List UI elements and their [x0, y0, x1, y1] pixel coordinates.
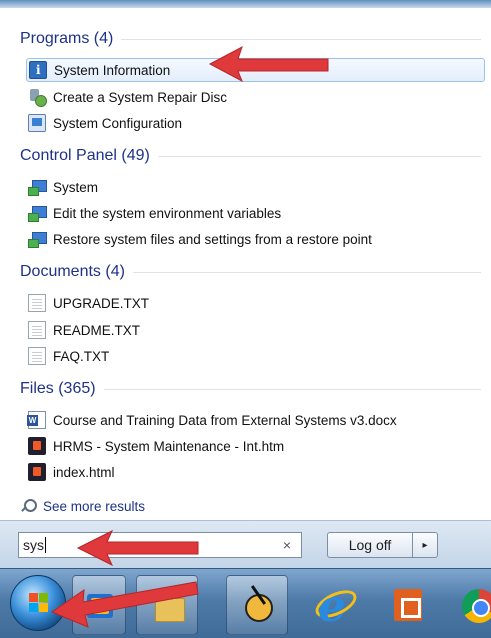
result-label: System Information	[54, 62, 171, 78]
annotation-arrow-start-button	[50, 581, 199, 628]
control-panel-icon	[28, 178, 47, 196]
word-document-icon	[27, 411, 46, 429]
result-label: System Configuration	[53, 115, 183, 131]
html-file-icon	[28, 437, 46, 455]
group-header-control-panel[interactable]: Control Panel (49)	[20, 145, 481, 167]
menu-top-border	[0, 0, 491, 8]
result-system[interactable]: System	[28, 175, 98, 199]
group-divider	[121, 38, 481, 40]
system-information-icon	[29, 61, 47, 79]
group-title-control-panel: Control Panel (49)	[20, 147, 150, 164]
search-input-value: sys	[23, 537, 44, 553]
system-configuration-icon	[28, 114, 46, 132]
result-label: README.TXT	[53, 322, 141, 338]
taskbar-office-button[interactable]	[380, 575, 442, 635]
see-more-results-link[interactable]: See more results	[20, 495, 145, 517]
control-panel-icon	[28, 204, 47, 222]
taskbar-chrome-button[interactable]	[452, 575, 491, 635]
office-icon	[394, 589, 422, 621]
result-label: HRMS - System Maintenance - Int.htm	[53, 438, 285, 454]
group-header-files[interactable]: Files (365)	[20, 378, 481, 400]
see-more-label: See more results	[43, 498, 146, 514]
repair-disc-icon	[28, 88, 47, 107]
result-faq-txt[interactable]: FAQ.TXT	[28, 344, 109, 368]
result-label: Edit the system environment variables	[53, 205, 282, 221]
group-title-programs: Programs (4)	[20, 30, 114, 47]
result-system-configuration[interactable]: System Configuration	[28, 111, 182, 135]
result-upgrade-txt[interactable]: UPGRADE.TXT	[28, 291, 149, 315]
result-readme-txt[interactable]: README.TXT	[28, 318, 140, 342]
group-divider	[103, 388, 481, 390]
result-label: UPGRADE.TXT	[53, 295, 150, 311]
taskbar-snipping-app-button[interactable]	[226, 575, 288, 635]
result-label: Restore system files and settings from a…	[53, 231, 372, 247]
start-menu-bottom-bar: sys × Log off ▸	[0, 520, 491, 568]
result-label: Course and Training Data from External S…	[53, 412, 397, 428]
log-off-button[interactable]: Log off	[327, 532, 413, 558]
result-hrms-htm[interactable]: HRMS - System Maintenance - Int.htm	[28, 434, 284, 458]
text-caret	[45, 537, 46, 553]
result-edit-environment-variables[interactable]: Edit the system environment variables	[28, 201, 281, 225]
search-icon	[20, 498, 37, 514]
result-label: index.html	[53, 464, 115, 480]
annotation-arrow-search-box	[76, 529, 199, 567]
html-file-icon	[28, 463, 46, 481]
group-title-files: Files (365)	[20, 380, 96, 397]
result-index-html[interactable]: index.html	[28, 460, 115, 484]
internet-explorer-icon: e	[318, 581, 346, 632]
group-title-documents: Documents (4)	[20, 263, 125, 280]
chrome-icon	[462, 589, 491, 623]
result-label: FAQ.TXT	[53, 348, 110, 364]
result-create-system-repair-disc[interactable]: Create a System Repair Disc	[28, 85, 227, 109]
text-file-icon	[28, 321, 46, 339]
control-panel-icon	[28, 230, 47, 248]
windows-logo-icon	[29, 593, 49, 613]
group-divider	[157, 155, 481, 157]
result-restore-system-files[interactable]: Restore system files and settings from a…	[28, 227, 372, 251]
app-bug-icon	[245, 594, 273, 622]
group-header-documents[interactable]: Documents (4)	[20, 261, 481, 283]
group-divider	[132, 271, 481, 273]
taskbar-internet-explorer-button[interactable]: e	[306, 575, 368, 635]
clear-search-icon[interactable]: ×	[283, 537, 291, 553]
result-label: Create a System Repair Disc	[53, 89, 228, 105]
text-file-icon	[28, 347, 46, 365]
text-file-icon	[28, 294, 46, 312]
shutdown-options-arrow-icon[interactable]: ▸	[412, 532, 438, 558]
result-label: System	[53, 179, 99, 195]
annotation-arrow-system-information	[208, 45, 329, 83]
result-course-training-docx[interactable]: Course and Training Data from External S…	[27, 408, 397, 432]
